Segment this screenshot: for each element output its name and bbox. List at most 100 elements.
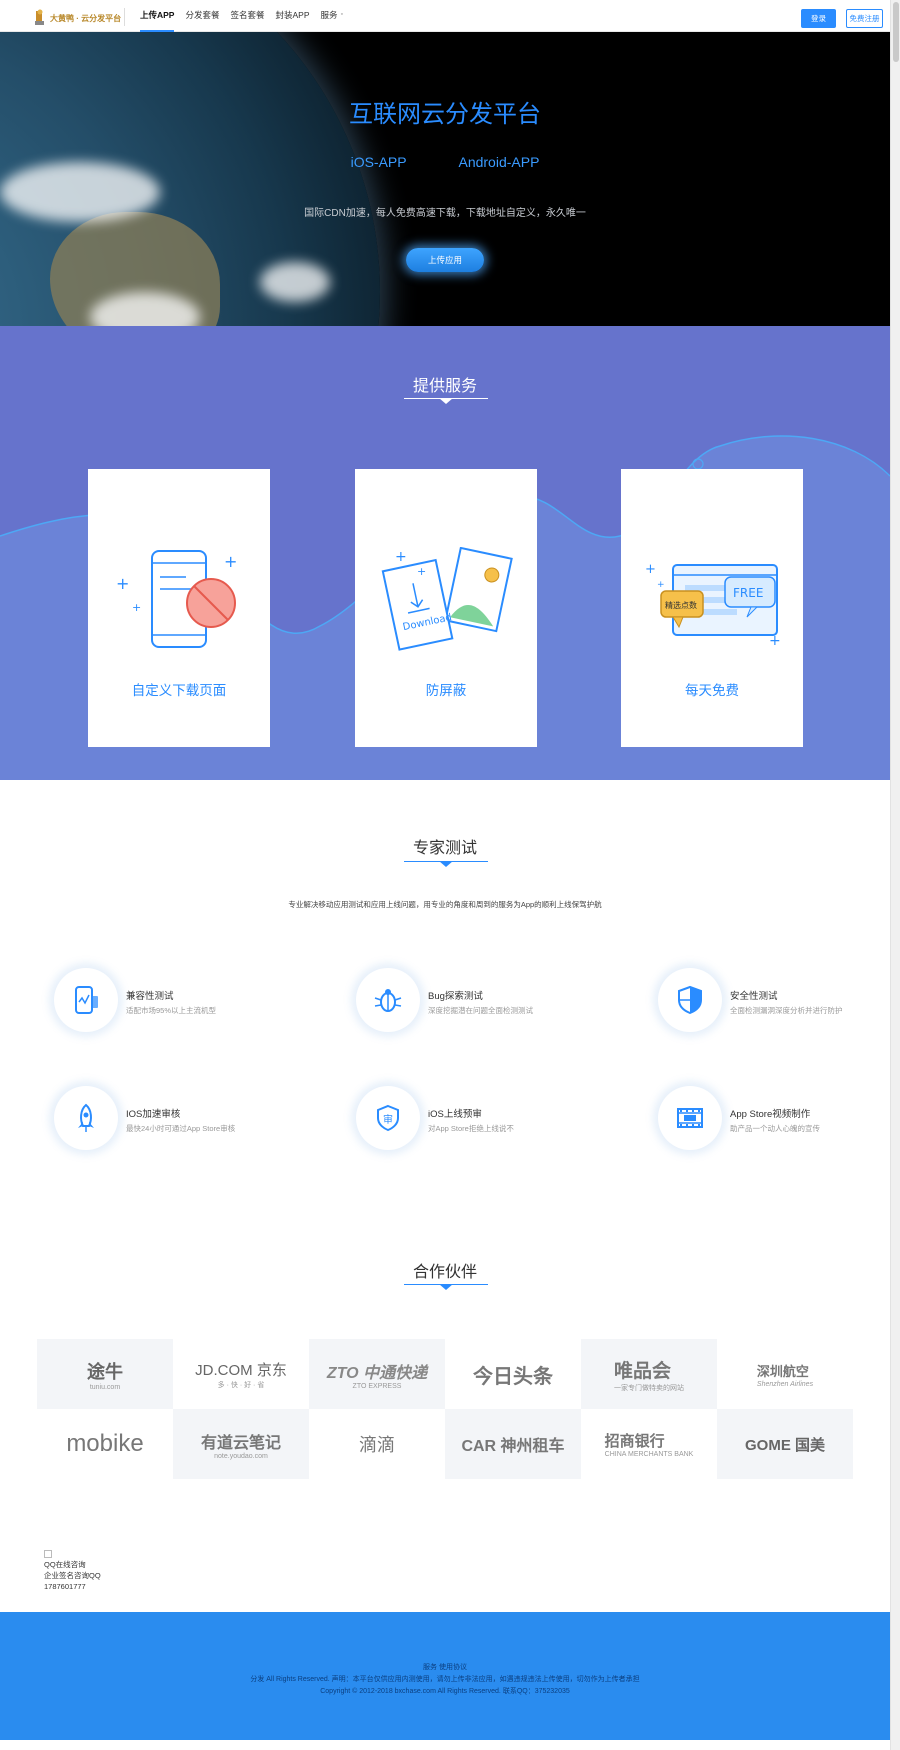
feature-desc: 适配市场95%以上主流机型 <box>126 1006 217 1015</box>
expert-title: 专家测试 <box>412 840 477 857</box>
services-title-pointer <box>439 398 453 404</box>
service-card-free-daily[interactable]: 精选点数 FREE + + + 每天免费 <box>621 469 803 747</box>
nav-wrap-app[interactable]: 封装APP <box>276 0 310 32</box>
partner-logo-jd[interactable]: JD.COM 京东多 · 快 · 好 · 省 <box>173 1339 309 1409</box>
feature-desc: 全面检测漏洞深度分析并进行防护 <box>730 1006 843 1015</box>
phone-chart-icon <box>75 986 98 1014</box>
svg-text:+: + <box>224 552 237 571</box>
svg-text:+: + <box>116 574 129 593</box>
feature-title: iOS上线预审 <box>428 1109 482 1120</box>
upload-app-button[interactable]: 上传应用 <box>406 248 484 272</box>
phone-block-icon: + + + <box>88 547 270 657</box>
svg-text:+: + <box>645 562 656 577</box>
download-cards-icon: Download + + <box>355 546 537 657</box>
shield-icon <box>678 985 702 1015</box>
svg-text:+: + <box>769 633 781 649</box>
footer-copyright: Copyright © 2012-2018 bxchase.com All Ri… <box>320 1688 570 1695</box>
partner-logo-didi[interactable]: 滴滴 <box>309 1409 445 1479</box>
android-app-link[interactable]: Android-APP <box>458 154 539 170</box>
earth-image <box>0 32 380 326</box>
main-nav: 上传APP 分发套餐 签名套餐 封装APP 服务 ▫ <box>140 0 343 32</box>
feature-ios-pre-review[interactable]: 审 iOS上线预审 对App Store拒绝上线说不 <box>356 1086 616 1166</box>
page-scrollbar[interactable] <box>890 0 900 1750</box>
feature-compatibility-test[interactable]: 兼容性测试 适配市场95%以上主流机型 <box>54 968 314 1048</box>
free-chat-icon: 精选点数 FREE + + + <box>621 547 803 657</box>
audit-shield-icon: 审 <box>377 1104 399 1132</box>
ios-app-link[interactable]: iOS-APP <box>351 154 407 170</box>
feature-title: 安全性测试 <box>730 991 778 1002</box>
qq-enterprise-label: 企业签名咨询QQ <box>44 1571 101 1580</box>
svg-text:+: + <box>657 580 665 590</box>
feature-title: Bug探索测试 <box>428 991 483 1002</box>
footer-disclaimer: 分发 All Rights Reserved. 声明：本平台仅供应用内测使用，请… <box>250 1676 640 1683</box>
nav-signing-plans[interactable]: 签名套餐 <box>231 0 265 32</box>
feature-title: IOS加速审核 <box>126 1109 181 1120</box>
qq-contact-widget[interactable]: QQ在线咨询 企业签名咨询QQ 1787601777 <box>44 1550 101 1592</box>
top-header: 大黄鸭 · 云分发平台 上传APP 分发套餐 签名套餐 封装APP 服务 ▫ 登… <box>0 0 890 32</box>
qq-online-label[interactable]: QQ在线咨询 <box>44 1559 101 1570</box>
service-card-label: 自定义下载页面 <box>131 683 227 698</box>
partner-logo-cmb[interactable]: 招商银行 CHINA MERCHANTS BANK <box>581 1409 717 1479</box>
logo-text: 大黄鸭 · 云分发平台 <box>50 13 122 23</box>
free-badge: FREE <box>733 586 763 600</box>
footer-links[interactable]: 服务 使用协议 <box>0 1662 890 1672</box>
service-card-label: 防屏蔽 <box>425 683 467 698</box>
site-logo[interactable]: 大黄鸭 · 云分发平台 <box>34 8 121 28</box>
service-card-label: 每天免费 <box>685 683 739 698</box>
partner-logo-youdao-note[interactable]: 有道云笔记 note.youdao.com <box>173 1409 309 1479</box>
hero-platform-links: iOS-APP Android-APP <box>0 154 890 170</box>
feature-icon-circle <box>356 968 420 1032</box>
svg-text:+: + <box>417 565 426 578</box>
scrollbar-thumb[interactable] <box>893 2 899 62</box>
partners-title: 合作伙伴 <box>412 1264 477 1281</box>
partner-logo-shenzhen-airlines[interactable]: 深圳航空 Shenzhen Airlines <box>717 1339 853 1409</box>
partner-logo-mobike[interactable]: mobike <box>37 1409 173 1479</box>
qq-number: 1787601777 <box>44 1582 86 1591</box>
service-card-anti-block[interactable]: Download + + 防屏蔽 <box>355 469 537 747</box>
partner-logo-gome[interactable]: GOME 国美 <box>717 1409 853 1479</box>
duck-logo-icon <box>34 9 46 27</box>
svg-text:审: 审 <box>383 1113 393 1126</box>
feature-appstore-video[interactable]: App Store视频制作 助产品一个动人心魄的宣传 <box>658 1086 900 1166</box>
page-footer: 服务 使用协议 分发 All Rights Reserved. 声明：本平台仅供… <box>0 1612 890 1740</box>
feature-icon-circle <box>658 968 722 1032</box>
register-button[interactable]: 免费注册 <box>846 9 883 28</box>
feature-desc: 最快24小时可通过App Store审核 <box>126 1124 236 1133</box>
partner-logo-zto[interactable]: ZTO 中通快递 ZTO EXPRESS <box>309 1339 445 1409</box>
hero-title: 互联网云分发平台 <box>349 101 541 128</box>
nav-upload-app[interactable]: 上传APP <box>140 0 175 32</box>
feature-title: App Store视频制作 <box>730 1109 811 1120</box>
feature-icon-circle <box>54 1086 118 1150</box>
feature-desc: 深度挖掘潜在问题全面检测测试 <box>428 1006 533 1015</box>
feature-desc: 对App Store拒绝上线说不 <box>428 1124 514 1133</box>
expert-description: 专业解决移动应用测试和应用上线问题，用专业的角度和周到的服务为App的顺利上线保… <box>288 900 602 909</box>
film-icon <box>677 1108 703 1128</box>
partner-logo-car-inc[interactable]: CAR 神州租车 <box>445 1409 581 1479</box>
feature-icon-circle: 审 <box>356 1086 420 1150</box>
partner-logo-tuniu[interactable]: 途牛 tuniu.com <box>37 1339 173 1409</box>
feature-title: 兼容性测试 <box>126 991 174 1002</box>
nav-distribution-plans[interactable]: 分发套餐 <box>185 0 219 32</box>
hero-banner: 互联网云分发平台 iOS-APP Android-APP 国际CDN加速，每人免… <box>0 32 890 326</box>
rocket-icon <box>78 1103 94 1132</box>
chevron-down-icon[interactable]: ▫ <box>341 0 343 32</box>
hero-description: 国际CDN加速，每人免费高速下载，下载地址自定义，永久唯一 <box>304 208 586 219</box>
services-title: 提供服务 <box>412 378 477 395</box>
service-card-custom-page[interactable]: + + + 自定义下载页面 <box>88 469 270 747</box>
svg-text:+: + <box>132 601 141 614</box>
broken-image-icon <box>44 1550 52 1558</box>
nav-services[interactable]: 服务 <box>321 0 338 32</box>
feature-icon-circle <box>658 1086 722 1150</box>
feature-bug-test[interactable]: Bug探索测试 深度挖掘潜在问题全面检测测试 <box>356 968 616 1048</box>
pick-points-badge: 精选点数 <box>665 600 697 610</box>
partners-title-pointer <box>439 1284 453 1290</box>
bug-icon <box>374 989 402 1012</box>
logo-divider <box>124 8 125 26</box>
feature-ios-fast-review[interactable]: IOS加速审核 最快24小时可通过App Store审核 <box>54 1086 314 1166</box>
services-section: 提供服务 + + + 自定义下载页面 Download + + 防屏蔽 精选点数… <box>0 326 890 780</box>
feature-security-test[interactable]: 安全性测试 全面检测漏洞深度分析并进行防护 <box>658 968 900 1048</box>
svg-text:+: + <box>395 549 407 565</box>
partner-logo-vip[interactable]: 唯品会 一家专门做特卖的网站 <box>581 1339 717 1409</box>
partner-logo-toutiao[interactable]: 今日头条 <box>445 1339 581 1409</box>
login-button[interactable]: 登录 <box>801 9 836 28</box>
